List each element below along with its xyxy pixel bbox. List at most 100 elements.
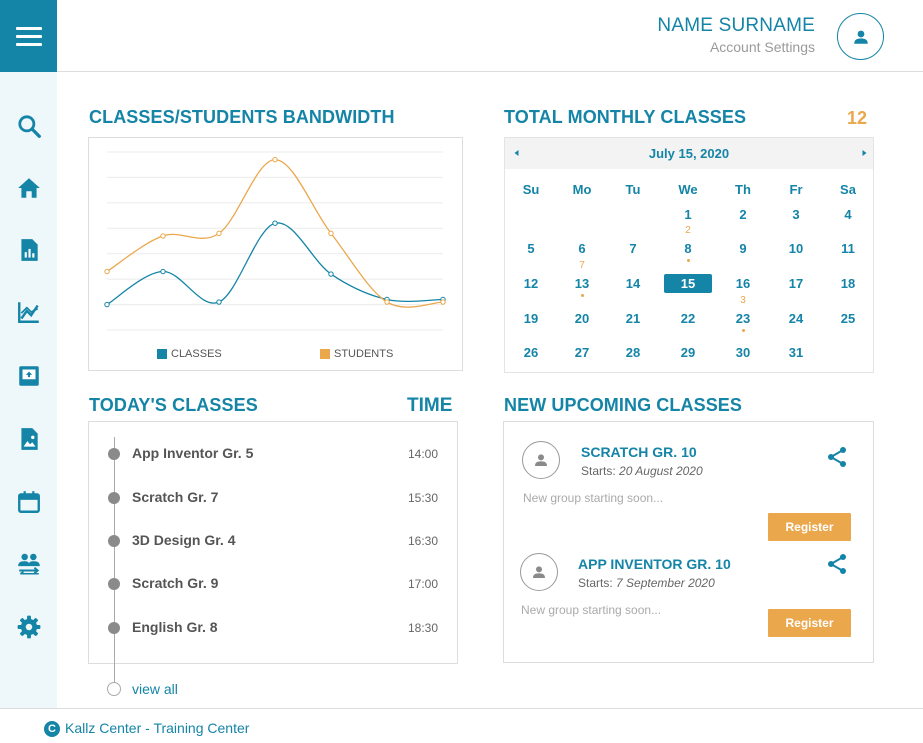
calendar-day[interactable]: 8 (664, 239, 712, 258)
calendar-day[interactable]: 25 (824, 309, 872, 328)
class-time: 17:00 (407, 577, 438, 591)
calendar-day[interactable]: 19 (507, 309, 555, 328)
weekday-label: Su (522, 182, 540, 197)
data-point-classes[interactable] (272, 220, 278, 226)
calendar-day[interactable]: 12 (507, 274, 555, 293)
data-point-students[interactable] (272, 156, 278, 163)
weekday-label: Fr (789, 182, 803, 197)
calendar-event-dot (581, 294, 584, 297)
next-month-icon[interactable] (858, 147, 870, 159)
calendar-day[interactable]: 9 (719, 239, 767, 258)
people-swap-icon[interactable] (15, 550, 43, 578)
legend-swatch-classes (157, 349, 167, 359)
sidebar (0, 72, 57, 708)
register-button[interactable]: Register (768, 609, 851, 637)
search-icon[interactable] (15, 112, 43, 140)
calendar-day[interactable]: 18 (824, 274, 872, 293)
starts-label: Starts: (578, 576, 613, 590)
user-avatar-button[interactable] (837, 13, 884, 60)
user-icon (853, 30, 868, 44)
upcoming-class-title[interactable]: SCRATCH GR. 10 (581, 444, 697, 460)
calendar-day[interactable]: 27 (558, 343, 606, 362)
calendar-day[interactable]: 22 (664, 309, 712, 328)
class-time: 14:00 (407, 447, 438, 461)
home-icon[interactable] (15, 174, 43, 202)
menu-button[interactable] (0, 0, 57, 72)
upcoming-class-title[interactable]: APP INVENTOR GR. 10 (578, 556, 731, 572)
calendar-day[interactable]: 21 (609, 309, 657, 328)
share-icon[interactable] (825, 552, 849, 576)
starts-date: 20 August 2020 (619, 464, 703, 478)
bandwidth-title: CLASSES/STUDENTS BANDWIDTH (89, 107, 395, 127)
calendar-day[interactable]: 17 (772, 274, 820, 293)
calendar-day[interactable]: 23 (719, 309, 767, 328)
class-list-item[interactable]: Scratch Gr. 9 17:00 (107, 574, 447, 594)
analytics-icon[interactable] (15, 298, 43, 326)
share-icon[interactable] (825, 445, 849, 469)
view-all-link[interactable]: view all (132, 681, 178, 697)
calendar-day[interactable]: 16 (719, 274, 767, 293)
class-name: Scratch Gr. 9 (132, 575, 219, 591)
calendar-day[interactable]: 31 (772, 343, 820, 362)
calendar-day[interactable]: 13 (558, 274, 606, 293)
settings-icon[interactable] (15, 613, 43, 641)
legend-classes: CLASSES (157, 348, 222, 360)
account-settings-link[interactable]: Account Settings (710, 39, 815, 55)
data-point-students[interactable] (384, 299, 390, 305)
timeline-dot (108, 448, 120, 460)
upcoming-title: NEW UPCOMING CLASSES (504, 395, 743, 415)
starts-date: 7 September 2020 (616, 576, 715, 590)
upcoming-class-description: New group starting soon... (523, 491, 664, 505)
calendar-day[interactable]: 6 (558, 239, 606, 258)
calendar-day[interactable]: 24 (772, 309, 820, 328)
weekday-label: Tu (625, 182, 641, 197)
register-button[interactable]: Register (768, 513, 851, 541)
class-list-item[interactable]: Scratch Gr. 7 15:30 (107, 488, 447, 508)
data-point-students[interactable] (160, 233, 166, 239)
calendar-day[interactable]: 4 (824, 205, 872, 224)
calendar-day[interactable]: 2 (719, 205, 767, 224)
data-point-classes[interactable] (104, 301, 110, 308)
data-point-classes[interactable] (216, 299, 222, 305)
class-list-item[interactable]: 3D Design Gr. 4 16:30 (107, 531, 447, 551)
data-point-classes[interactable] (160, 268, 166, 275)
calendar-day-selected[interactable]: 15 (664, 274, 712, 293)
calendar-header: July 15, 2020 (505, 138, 873, 169)
calendar-day[interactable]: 1 (664, 205, 712, 224)
calendar-day[interactable]: 14 (609, 274, 657, 293)
upcoming-class-start: Starts: 7 September 2020 (578, 576, 715, 590)
calendar-day[interactable]: 3 (772, 205, 820, 224)
hamburger-icon-bar (15, 26, 42, 30)
timeline-dot (108, 578, 120, 590)
calendar-day[interactable]: 28 (609, 343, 657, 362)
series-line-classes (106, 222, 444, 306)
report-icon[interactable] (15, 236, 43, 264)
inbox-icon[interactable] (15, 362, 43, 390)
series-line-students (106, 158, 444, 308)
calendar-day-class-count: 2 (685, 225, 691, 236)
class-list-item[interactable]: App Inventor Gr. 5 14:00 (107, 444, 447, 464)
calendar-icon[interactable] (15, 488, 43, 516)
calendar-day[interactable]: 5 (507, 239, 555, 258)
calendar-day[interactable]: 20 (558, 309, 606, 328)
brand-logo-icon: C (44, 721, 60, 737)
calendar-day[interactable]: 11 (824, 239, 872, 258)
calendar-day[interactable]: 30 (719, 343, 767, 362)
calendar-day[interactable]: 29 (664, 343, 712, 362)
user-icon (533, 566, 545, 578)
legend-swatch-students (320, 349, 330, 359)
calendar-day[interactable]: 10 (772, 239, 820, 258)
data-point-classes[interactable] (328, 271, 334, 277)
calendar-day[interactable]: 26 (507, 343, 555, 362)
time-column-title: TIME (407, 395, 453, 416)
class-list-item[interactable]: English Gr. 8 18:30 (107, 618, 447, 638)
data-point-students[interactable] (440, 299, 446, 305)
timeline-dot (108, 492, 120, 504)
data-point-students[interactable] (104, 268, 110, 275)
data-point-students[interactable] (328, 230, 334, 237)
calendar-day[interactable]: 7 (609, 239, 657, 258)
hamburger-icon-bar (15, 34, 42, 38)
image-icon[interactable] (15, 425, 43, 453)
data-point-students[interactable] (216, 230, 222, 237)
timeline-line (114, 437, 115, 684)
